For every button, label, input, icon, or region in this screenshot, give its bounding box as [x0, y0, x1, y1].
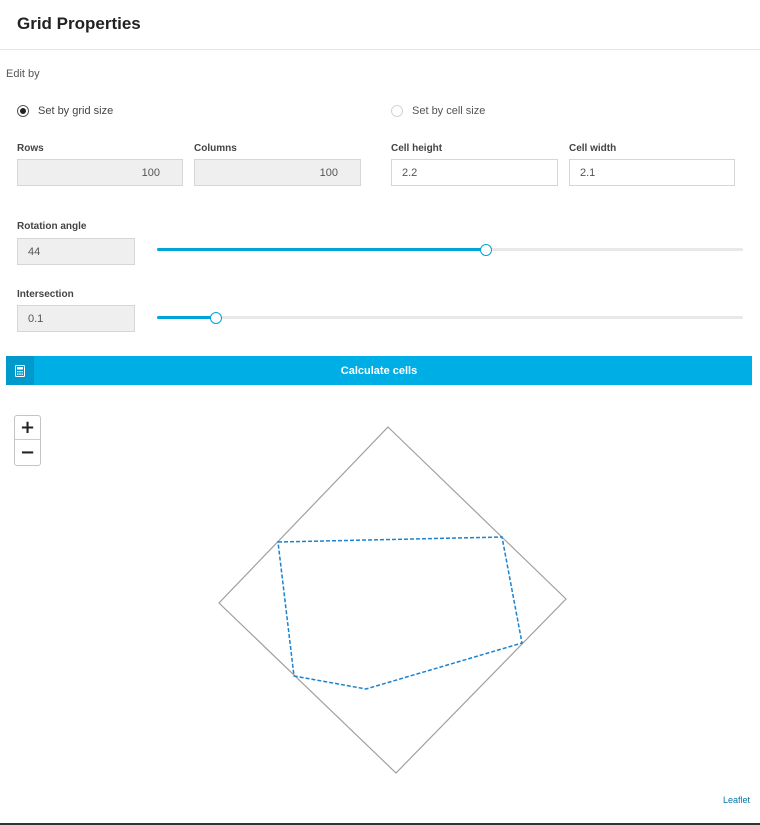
map-canvas[interactable] — [0, 400, 760, 822]
calculate-cells-label: Calculate cells — [340, 364, 418, 377]
zoom-out-button[interactable]: − — [15, 440, 40, 464]
cell-height-label: Cell height — [391, 143, 443, 154]
calculate-cells-button[interactable]: Calculate cells — [6, 356, 752, 385]
radio-set-by-cell-size[interactable]: Set by cell size — [391, 103, 485, 119]
area-polygon[interactable] — [277, 536, 523, 690]
map-layer[interactable] — [0, 400, 760, 822]
intersection-label: Intersection — [17, 289, 74, 300]
rotation-angle-label: Rotation angle — [17, 221, 87, 232]
cell-width-input[interactable] — [569, 159, 735, 186]
radio-set-by-grid-size[interactable]: Set by grid size — [17, 103, 113, 119]
radio-button-unchecked[interactable] — [391, 105, 403, 117]
zoom-in-button[interactable]: + — [15, 416, 40, 440]
columns-label: Columns — [194, 143, 237, 154]
intersection-input[interactable] — [17, 305, 135, 332]
intersection-slider[interactable] — [157, 312, 743, 324]
radio-label: Set by cell size — [412, 105, 486, 117]
header: Grid Properties — [0, 0, 760, 50]
page-title: Grid Properties — [17, 14, 141, 33]
columns-input[interactable] — [194, 159, 361, 186]
slider-fill — [157, 248, 486, 251]
rows-input[interactable] — [17, 159, 183, 186]
cell-height-input[interactable] — [391, 159, 558, 186]
slider-fill — [157, 316, 216, 319]
cell-width-label: Cell width — [569, 143, 617, 154]
rotation-angle-input[interactable] — [17, 238, 135, 265]
edit-by-label: Edit by — [6, 68, 40, 80]
slider-handle[interactable] — [479, 244, 492, 256]
calculator-icon — [6, 356, 34, 385]
slider-handle[interactable] — [209, 312, 222, 324]
zoom-control: + − — [14, 415, 41, 466]
rotation-angle-slider[interactable] — [157, 244, 743, 256]
radio-label: Set by grid size — [38, 105, 114, 117]
rows-label: Rows — [17, 143, 44, 154]
leaflet-attribution-link[interactable]: Leaflet — [723, 795, 750, 805]
radio-button-checked[interactable] — [17, 105, 29, 117]
slider-track[interactable] — [157, 316, 743, 319]
